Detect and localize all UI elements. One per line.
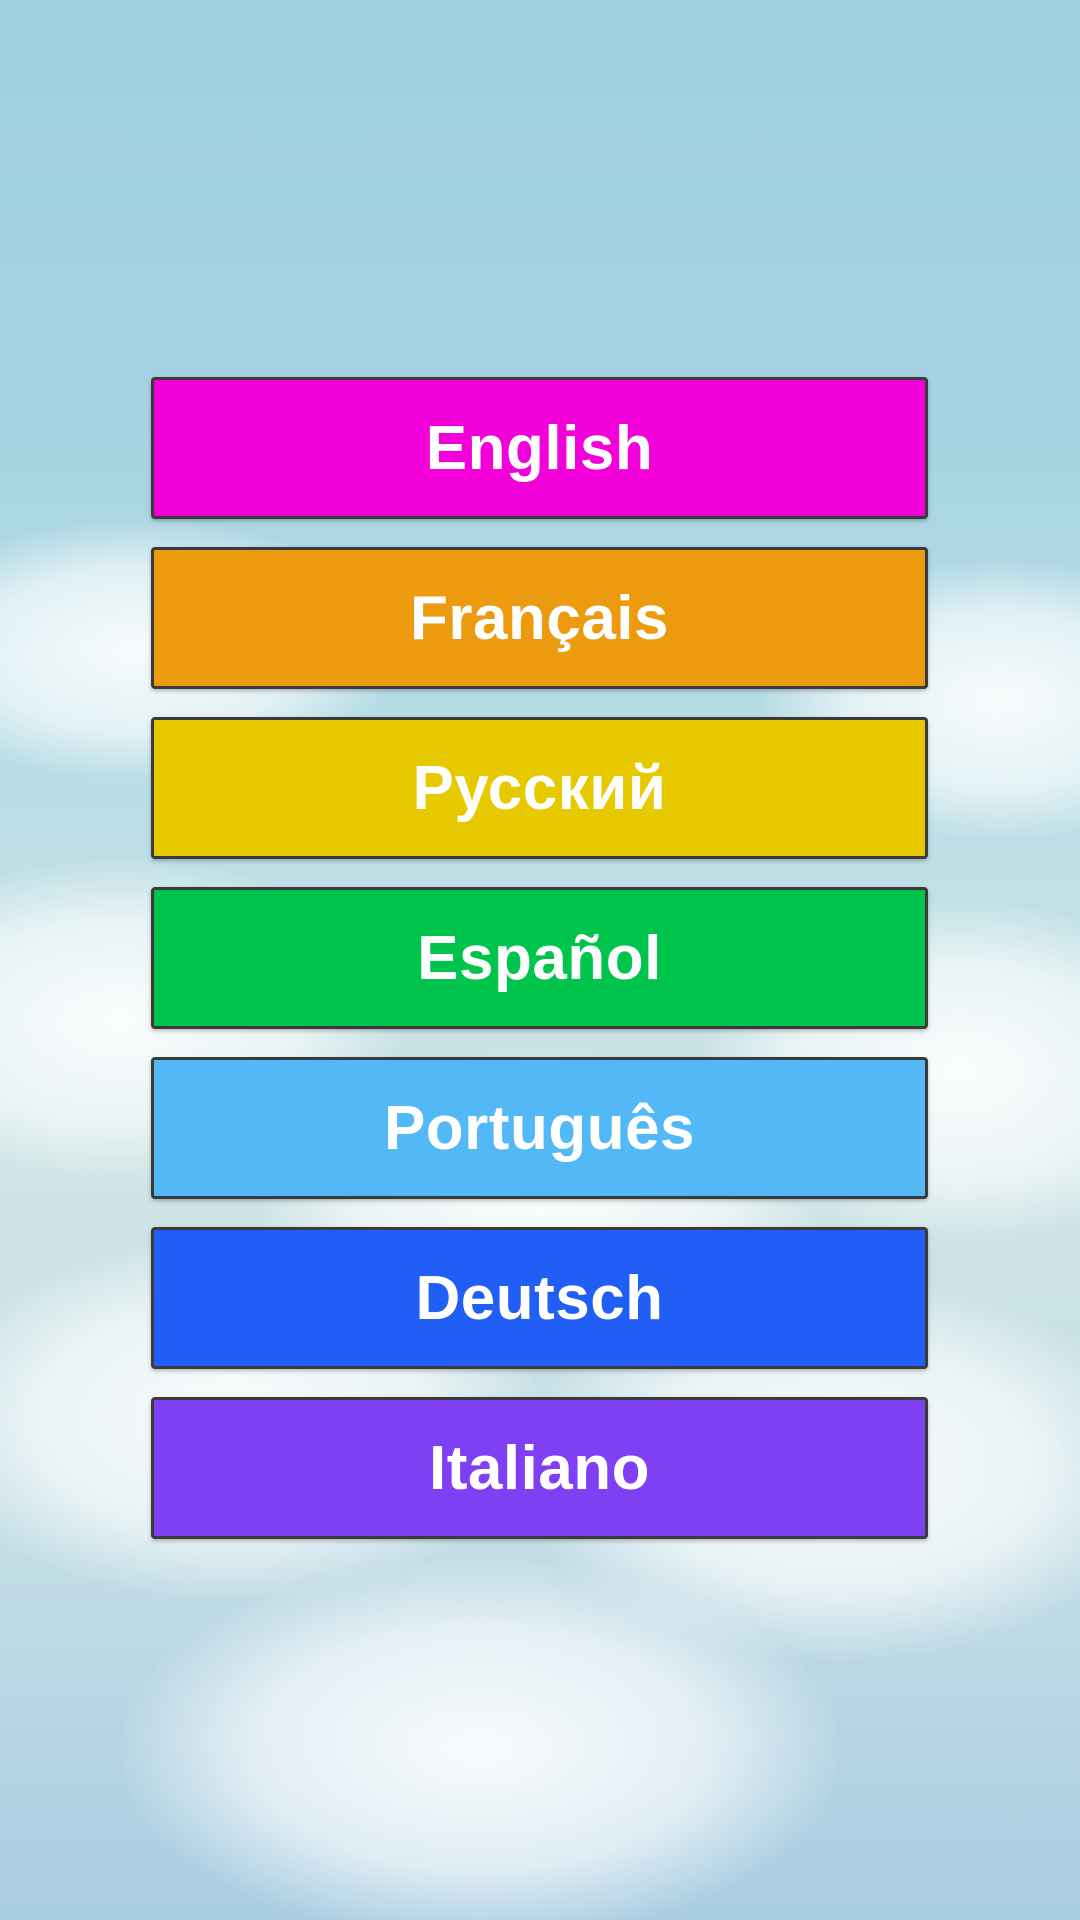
language-button-portuguese[interactable]: Português: [151, 1057, 928, 1199]
language-label: Deutsch: [415, 1263, 664, 1333]
cloud: [120, 1560, 840, 1920]
language-label: Español: [417, 923, 662, 993]
language-button-german[interactable]: Deutsch: [151, 1227, 928, 1369]
language-button-english[interactable]: English: [151, 377, 928, 519]
language-button-french[interactable]: Français: [151, 547, 928, 689]
language-label: Italiano: [428, 1433, 651, 1503]
language-label: Русский: [412, 753, 667, 823]
language-button-italian[interactable]: Italiano: [151, 1397, 928, 1539]
language-label: English: [425, 413, 654, 483]
language-list: English Français Русский Español Portugu…: [151, 377, 928, 1539]
language-button-russian[interactable]: Русский: [151, 717, 928, 859]
language-label: Português: [383, 1093, 696, 1163]
language-label: Français: [409, 583, 670, 653]
language-button-spanish[interactable]: Español: [151, 887, 928, 1029]
